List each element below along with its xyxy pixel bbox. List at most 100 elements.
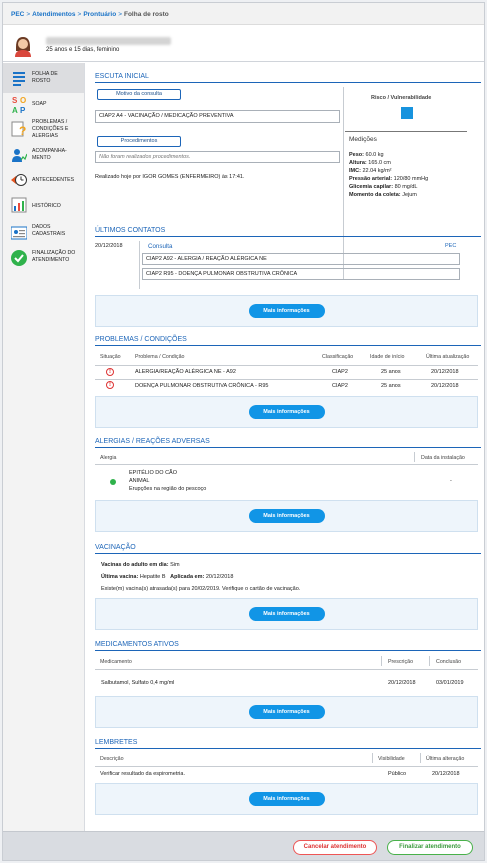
cancel-atendimento-button[interactable]: Cancelar atendimento xyxy=(293,840,377,855)
lembrete-visibilidade: Público xyxy=(388,771,407,777)
breadcrumb-current: Folha de rosto xyxy=(123,11,169,18)
table-divider xyxy=(95,464,478,465)
section-title-alergias: ALERGIAS / REAÇÕES ADVERSAS xyxy=(95,438,210,445)
finalizar-atendimento-button[interactable]: Finalizar atendimento xyxy=(387,840,473,855)
problema-idade: 25 anos xyxy=(381,369,401,375)
lembrete-header-visibilidade: Visibilidade xyxy=(378,756,405,762)
main-content: ESCUTA INICIAL Motivo da consulta CIAP2 … xyxy=(91,63,483,831)
medicamentos-more-panel: Mais informações xyxy=(95,696,478,728)
contato-item: CIAP2 R95 - DOENÇA PULMONAR OBSTRUTIVA C… xyxy=(142,268,460,280)
motivo-consulta-value: CIAP2 A4 - VACINAÇÃO / MEDICAÇÃO PREVENT… xyxy=(95,110,340,123)
problemas-header-problema: Problema / Condição xyxy=(135,354,185,360)
section-title-vacinacao: VACINAÇÃO xyxy=(95,544,136,551)
svg-text:S: S xyxy=(12,96,18,105)
table-divider xyxy=(429,656,430,666)
lembrete-header-descricao: Descrição xyxy=(100,756,124,762)
history-chart-icon xyxy=(11,197,27,213)
section-title-contatos: ÚLTIMOS CONTATOS xyxy=(95,227,166,234)
medicoes-divider xyxy=(345,131,467,132)
vacinas-em-dia: Vacinas do adulto em dia: Sim xyxy=(101,562,180,568)
problema-idade: 25 anos xyxy=(381,383,401,389)
lembrete-desc: Verificar resultado da espirometria. xyxy=(100,771,185,777)
sidebar-item-dados-cadastrais[interactable]: DADOS CADASTRAIS xyxy=(3,221,84,245)
svg-text:?: ? xyxy=(19,124,26,137)
alergia-desc: Erupções na região do pescoço xyxy=(129,486,207,492)
medicao-altura: Altura: 165.0 cm xyxy=(349,160,391,166)
med-header-medicamento: Medicamento xyxy=(100,659,132,665)
svg-text:O: O xyxy=(20,96,26,105)
medicao-peso: Peso: 60.0 kg xyxy=(349,152,384,158)
med-header-conclusao: Conclusão xyxy=(436,659,462,665)
breadcrumb-pec-link[interactable]: PEC xyxy=(11,11,24,18)
sidebar-item-label: PROBLEMAS / CONDIÇÕES E ALERGIAS xyxy=(32,119,69,139)
alergia-type: ANIMAL xyxy=(129,478,150,484)
table-divider xyxy=(420,753,421,763)
patient-avatar-icon xyxy=(15,37,31,57)
problema-data: 20/12/2018 xyxy=(431,369,459,375)
person-chart-icon xyxy=(12,149,27,162)
sidebar-item-historico[interactable]: HISTÓRICO xyxy=(3,195,84,217)
problemas-more-button[interactable]: Mais informações xyxy=(248,405,325,419)
breadcrumb-prontuario-link[interactable]: Prontuário xyxy=(83,11,116,18)
med-header-prescricao: Prescrição xyxy=(388,659,414,665)
section-divider xyxy=(95,236,481,237)
motivo-consulta-button[interactable]: Motivo da consulta xyxy=(97,89,181,100)
breadcrumb-atendimentos-link[interactable]: Atendimentos xyxy=(32,11,75,18)
med-prescricao: 20/12/2018 xyxy=(388,680,416,686)
alergia-name: EPITÉLIO DO CÃO xyxy=(129,470,177,476)
svg-text:P: P xyxy=(20,106,26,115)
check-circle-icon xyxy=(11,250,27,266)
procedimentos-button[interactable]: Procedimentos xyxy=(97,136,181,147)
medicao-glicemia: Glicemia capilar: 80 mg/dL xyxy=(349,184,418,190)
contato-date: 20/12/2018 xyxy=(95,243,123,249)
clock-history-icon xyxy=(11,174,27,186)
table-divider xyxy=(95,669,478,670)
alergia-date: - xyxy=(450,478,452,484)
problemas-header-atualizacao: Última atualização xyxy=(426,354,470,360)
contatos-more-panel: Mais informações xyxy=(95,295,478,327)
medicao-momento: Momento da coleta: Jejum xyxy=(349,192,417,198)
sidebar-item-soap[interactable]: S O A P SOAP xyxy=(3,93,84,117)
sidebar-item-finalizacao[interactable]: FINALIZAÇÃO DO ATENDIMENTO xyxy=(3,247,84,271)
escuta-divider xyxy=(343,87,344,279)
table-divider xyxy=(381,656,382,666)
footer-bar: Cancelar atendimento Finalizar atendimen… xyxy=(3,831,484,860)
sidebar-item-acompanhamento[interactable]: ACOMPANHA-MENTO xyxy=(3,145,84,169)
problemas-header-situacao: Situação xyxy=(100,354,121,360)
warning-icon: ! xyxy=(106,381,114,389)
section-divider xyxy=(95,748,481,749)
document-lines-icon xyxy=(13,72,25,86)
contato-consulta-label: Consulta xyxy=(148,243,173,250)
lembrete-data: 20/12/2018 xyxy=(432,771,460,777)
contato-source: PEC xyxy=(445,243,457,249)
medicamentos-more-button[interactable]: Mais informações xyxy=(248,705,325,719)
sidebar-item-folha-de-rosto[interactable]: FOLHA DE ROSTO xyxy=(3,63,84,93)
problema-class: CIAP2 xyxy=(332,369,348,375)
patient-header: 25 anos e 15 dias, feminino xyxy=(3,26,484,62)
risco-title: Risco / Vulnerabilidade xyxy=(371,95,432,101)
risco-indicator xyxy=(401,107,413,119)
table-divider xyxy=(95,379,478,380)
table-divider xyxy=(95,766,478,767)
problemas-more-panel: Mais informações xyxy=(95,396,478,428)
section-title-problemas: PROBLEMAS / CONDIÇÕES xyxy=(95,336,187,343)
alergias-more-button[interactable]: Mais informações xyxy=(248,509,325,523)
table-divider xyxy=(414,452,415,462)
sidebar-item-antecedentes[interactable]: ANTECEDENTES xyxy=(3,169,84,191)
section-divider xyxy=(95,345,481,346)
sidebar-item-label: SOAP xyxy=(32,101,47,107)
vacinacao-more-button[interactable]: Mais informações xyxy=(248,607,325,621)
problemas-header-classificacao: Classificação xyxy=(322,354,354,360)
sidebar-item-problemas[interactable]: ? PROBLEMAS / CONDIÇÕES E ALERGIAS xyxy=(3,117,84,145)
breadcrumb: PEC > Atendimentos > Prontuário > Folha de ros… xyxy=(3,3,484,25)
contatos-more-button[interactable]: Mais informações xyxy=(248,304,325,318)
medicoes-title: Medições xyxy=(349,136,377,143)
sidebar-item-label: DADOS CADASTRAIS xyxy=(32,224,66,237)
sidebar-item-label: FOLHA DE ROSTO xyxy=(32,71,58,84)
alergias-header-data: Data da instalação xyxy=(421,455,465,461)
breadcrumb-separator: > xyxy=(77,11,82,18)
procedimentos-value: Não foram realizados procedimentos. xyxy=(95,151,340,163)
breadcrumb-separator: > xyxy=(26,11,31,18)
lembretes-more-button[interactable]: Mais informações xyxy=(248,792,325,806)
medicao-pressao: Pressão arterial: 120/80 mmHg xyxy=(349,176,429,182)
